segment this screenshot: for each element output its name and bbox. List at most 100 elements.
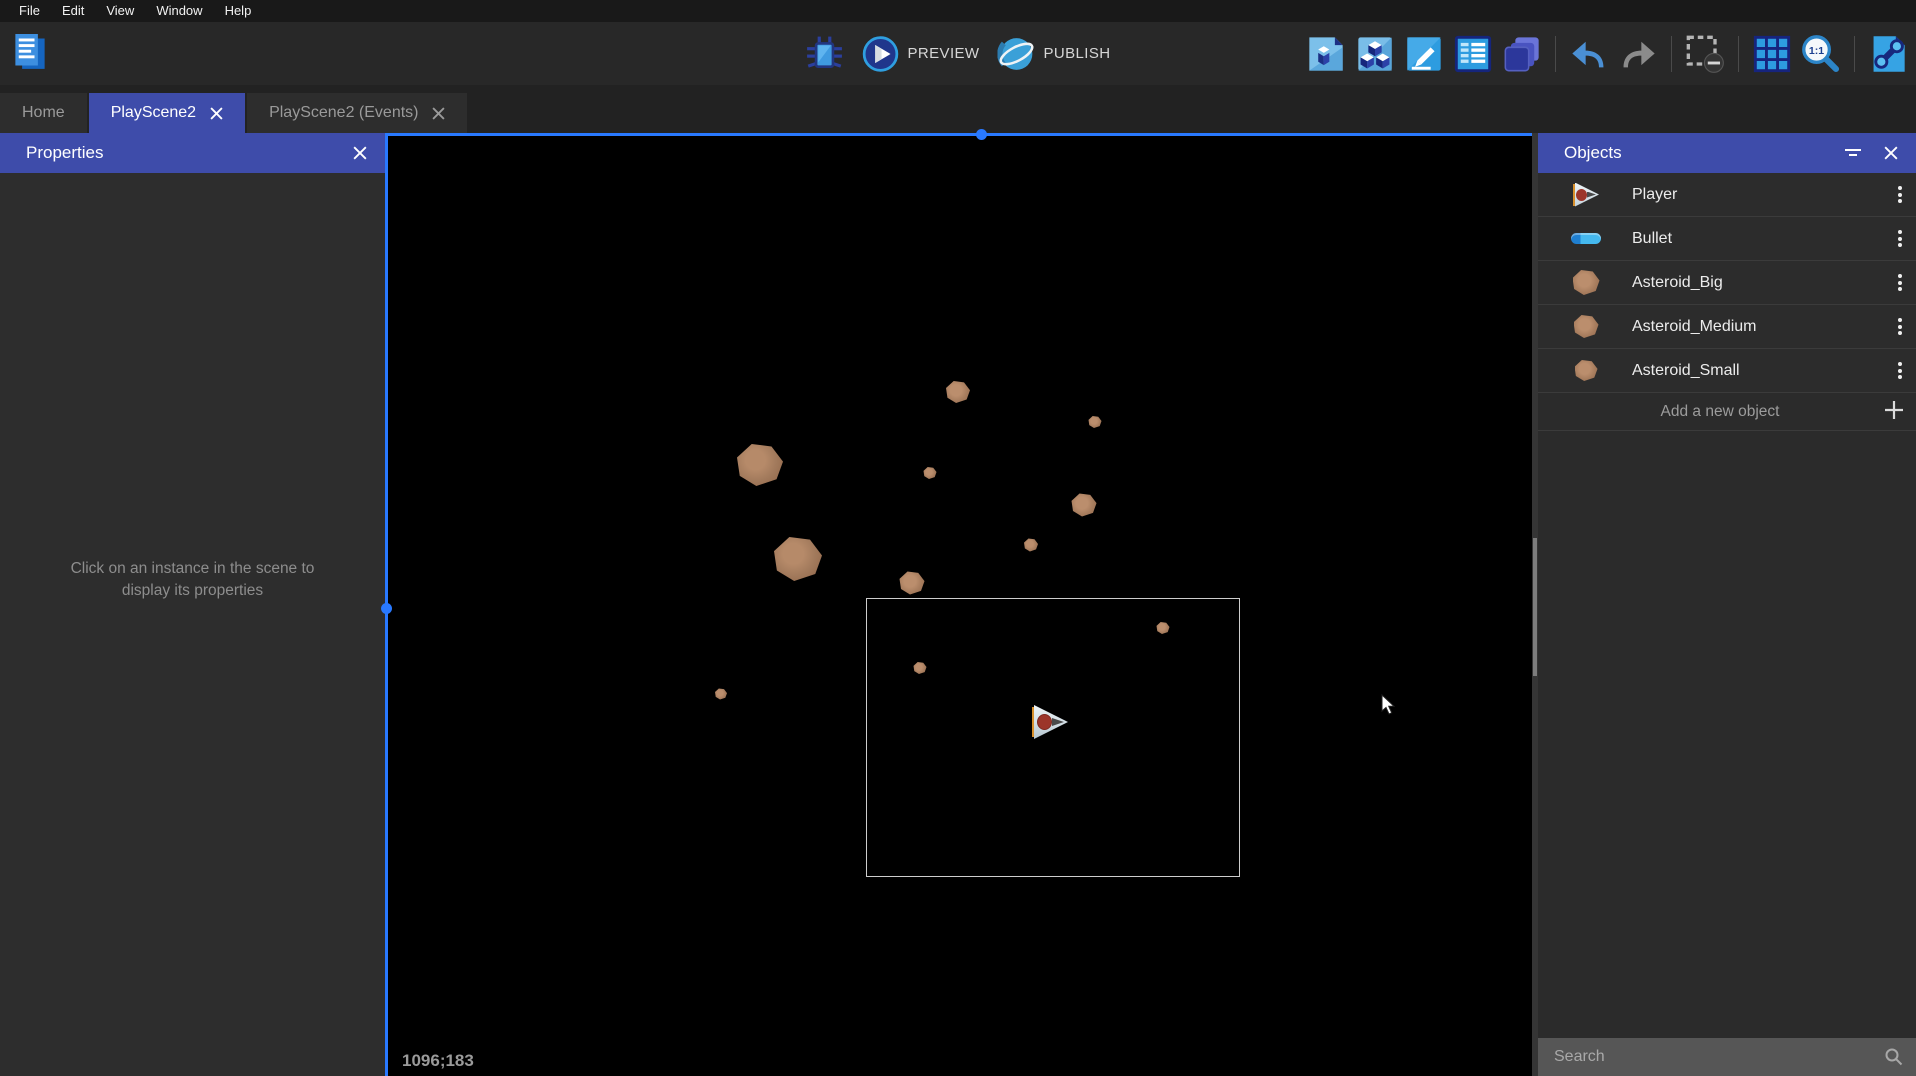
object-row-player[interactable]: Player bbox=[1538, 173, 1916, 217]
object-name: Asteroid_Big bbox=[1632, 274, 1884, 292]
toolbar-divider bbox=[1671, 36, 1672, 72]
objects-panel: Objects Player Bullet bbox=[1538, 133, 1916, 1076]
asteroid-small-instance[interactable] bbox=[924, 467, 937, 479]
undo-button[interactable] bbox=[1567, 32, 1611, 76]
menu-help[interactable]: Help bbox=[214, 0, 263, 22]
object-row-bullet[interactable]: Bullet bbox=[1538, 217, 1916, 261]
instances-list-icon bbox=[1453, 34, 1493, 74]
publish-button[interactable]: PUBLISH bbox=[995, 33, 1112, 75]
object-menu-button[interactable] bbox=[1884, 224, 1916, 254]
properties-close-button[interactable] bbox=[349, 142, 371, 164]
object-name: Asteroid_Small bbox=[1632, 362, 1884, 380]
asteroid-small-icon bbox=[1564, 360, 1608, 381]
tab-bar: Home PlayScene2 PlayScene2 (Events) bbox=[0, 85, 1916, 133]
object-row-asteroid-medium[interactable]: Asteroid_Medium bbox=[1538, 305, 1916, 349]
objects-close-button[interactable] bbox=[1880, 142, 1902, 164]
objects-panel-empty-area bbox=[1538, 431, 1916, 1038]
tab-playscene2-label: PlayScene2 bbox=[111, 104, 196, 122]
edit-object-groups-icon bbox=[1355, 34, 1395, 74]
tab-playscene2[interactable]: PlayScene2 bbox=[89, 93, 245, 133]
menu-bar: File Edit View Window Help bbox=[0, 0, 1916, 22]
object-menu-button[interactable] bbox=[1884, 356, 1916, 386]
zoom-1-1-icon: 1:1 bbox=[1801, 34, 1841, 74]
debugger-button[interactable] bbox=[804, 33, 846, 75]
menu-window[interactable]: Window bbox=[145, 0, 213, 22]
redo-button[interactable] bbox=[1616, 32, 1660, 76]
edit-object-groups-button[interactable] bbox=[1353, 32, 1397, 76]
object-menu-button[interactable] bbox=[1884, 312, 1916, 342]
edit-properties-button[interactable] bbox=[1402, 32, 1446, 76]
asteroid-medium-instance[interactable] bbox=[900, 572, 925, 595]
asteroid-big-icon bbox=[1564, 270, 1608, 295]
properties-panel-title: Properties bbox=[26, 143, 349, 163]
scene-scroll-thumb-vertical[interactable] bbox=[381, 603, 392, 614]
close-icon bbox=[353, 146, 367, 160]
zoom-original-button[interactable]: 1:1 bbox=[1799, 32, 1843, 76]
menu-edit[interactable]: Edit bbox=[51, 0, 95, 22]
scene-scrollbar-horizontal[interactable] bbox=[385, 133, 1532, 136]
toggle-grid-button[interactable] bbox=[1750, 32, 1794, 76]
publish-globe-icon bbox=[997, 35, 1035, 73]
tab-home[interactable]: Home bbox=[0, 93, 87, 133]
asteroid-small-instance[interactable] bbox=[1089, 416, 1102, 428]
scene-properties-wrench-icon bbox=[1868, 34, 1908, 74]
objects-filter-button[interactable] bbox=[1840, 142, 1866, 164]
player-ship-icon bbox=[1564, 183, 1608, 207]
menu-view[interactable]: View bbox=[95, 0, 145, 22]
asteroid-small-instance[interactable] bbox=[715, 689, 727, 700]
objects-search-bar bbox=[1538, 1038, 1916, 1076]
close-icon bbox=[1884, 146, 1898, 160]
preview-button[interactable]: PREVIEW bbox=[860, 33, 982, 75]
tab-close-icon[interactable] bbox=[210, 107, 223, 120]
undo-icon bbox=[1569, 34, 1609, 74]
filter-icon bbox=[1844, 146, 1862, 160]
asteroid-medium-instance[interactable] bbox=[946, 381, 970, 403]
debugger-bug-icon bbox=[806, 35, 844, 73]
bullet-icon bbox=[1564, 233, 1608, 244]
asteroid-big-instance[interactable] bbox=[774, 537, 822, 581]
tab-close-icon[interactable] bbox=[432, 107, 445, 120]
grid-icon bbox=[1752, 34, 1792, 74]
scene-properties-button[interactable] bbox=[1866, 32, 1910, 76]
scene-scroll-thumb-horizontal[interactable] bbox=[976, 129, 987, 140]
tab-playscene2-events-label: PlayScene2 (Events) bbox=[269, 104, 418, 122]
project-manager-button[interactable] bbox=[10, 29, 50, 75]
toolbar-divider bbox=[1738, 36, 1739, 72]
edit-objects-button[interactable] bbox=[1304, 32, 1348, 76]
project-manager-icon bbox=[12, 31, 48, 73]
deselect-all-button[interactable] bbox=[1683, 32, 1727, 76]
properties-panel: Properties Click on an instance in the s… bbox=[0, 133, 385, 1076]
panel-scrollbar-track[interactable] bbox=[1532, 133, 1538, 1076]
asteroid-big-instance[interactable] bbox=[737, 444, 783, 486]
panel-scrollbar-thumb[interactable] bbox=[1533, 538, 1537, 676]
object-name: Bullet bbox=[1632, 230, 1884, 248]
add-new-object-button[interactable]: Add a new object bbox=[1538, 393, 1916, 431]
toolbar-divider bbox=[1854, 36, 1855, 72]
asteroid-small-instance[interactable] bbox=[1024, 539, 1038, 552]
instances-list-button[interactable] bbox=[1451, 32, 1495, 76]
menu-file[interactable]: File bbox=[8, 0, 51, 22]
plus-icon[interactable] bbox=[1872, 398, 1916, 425]
svg-text:1:1: 1:1 bbox=[1809, 45, 1824, 57]
tab-home-label: Home bbox=[22, 104, 65, 122]
objects-search-input[interactable] bbox=[1538, 1048, 1880, 1066]
mouse-cursor-icon bbox=[1381, 694, 1395, 715]
properties-empty-message: Click on an instance in the scene to dis… bbox=[0, 558, 385, 602]
search-icon[interactable] bbox=[1880, 1043, 1916, 1071]
object-row-asteroid-big[interactable]: Asteroid_Big bbox=[1538, 261, 1916, 305]
object-row-asteroid-small[interactable]: Asteroid_Small bbox=[1538, 349, 1916, 393]
player-instance[interactable] bbox=[1032, 705, 1068, 739]
objects-panel-title: Objects bbox=[1564, 143, 1840, 163]
add-new-object-label: Add a new object bbox=[1538, 403, 1872, 421]
edit-layers-button[interactable] bbox=[1500, 32, 1544, 76]
tab-playscene2-events[interactable]: PlayScene2 (Events) bbox=[247, 93, 467, 133]
preview-label: PREVIEW bbox=[908, 45, 980, 62]
scene-canvas[interactable]: 1096;183 bbox=[388, 136, 1532, 1076]
asteroid-medium-instance[interactable] bbox=[1072, 494, 1097, 517]
object-menu-button[interactable] bbox=[1884, 268, 1916, 298]
gdevelop-window: File Edit View Window Help bbox=[0, 0, 1916, 1076]
publish-label: PUBLISH bbox=[1043, 45, 1110, 62]
object-name: Player bbox=[1632, 186, 1884, 204]
edit-objects-icon bbox=[1306, 34, 1346, 74]
object-menu-button[interactable] bbox=[1884, 180, 1916, 210]
